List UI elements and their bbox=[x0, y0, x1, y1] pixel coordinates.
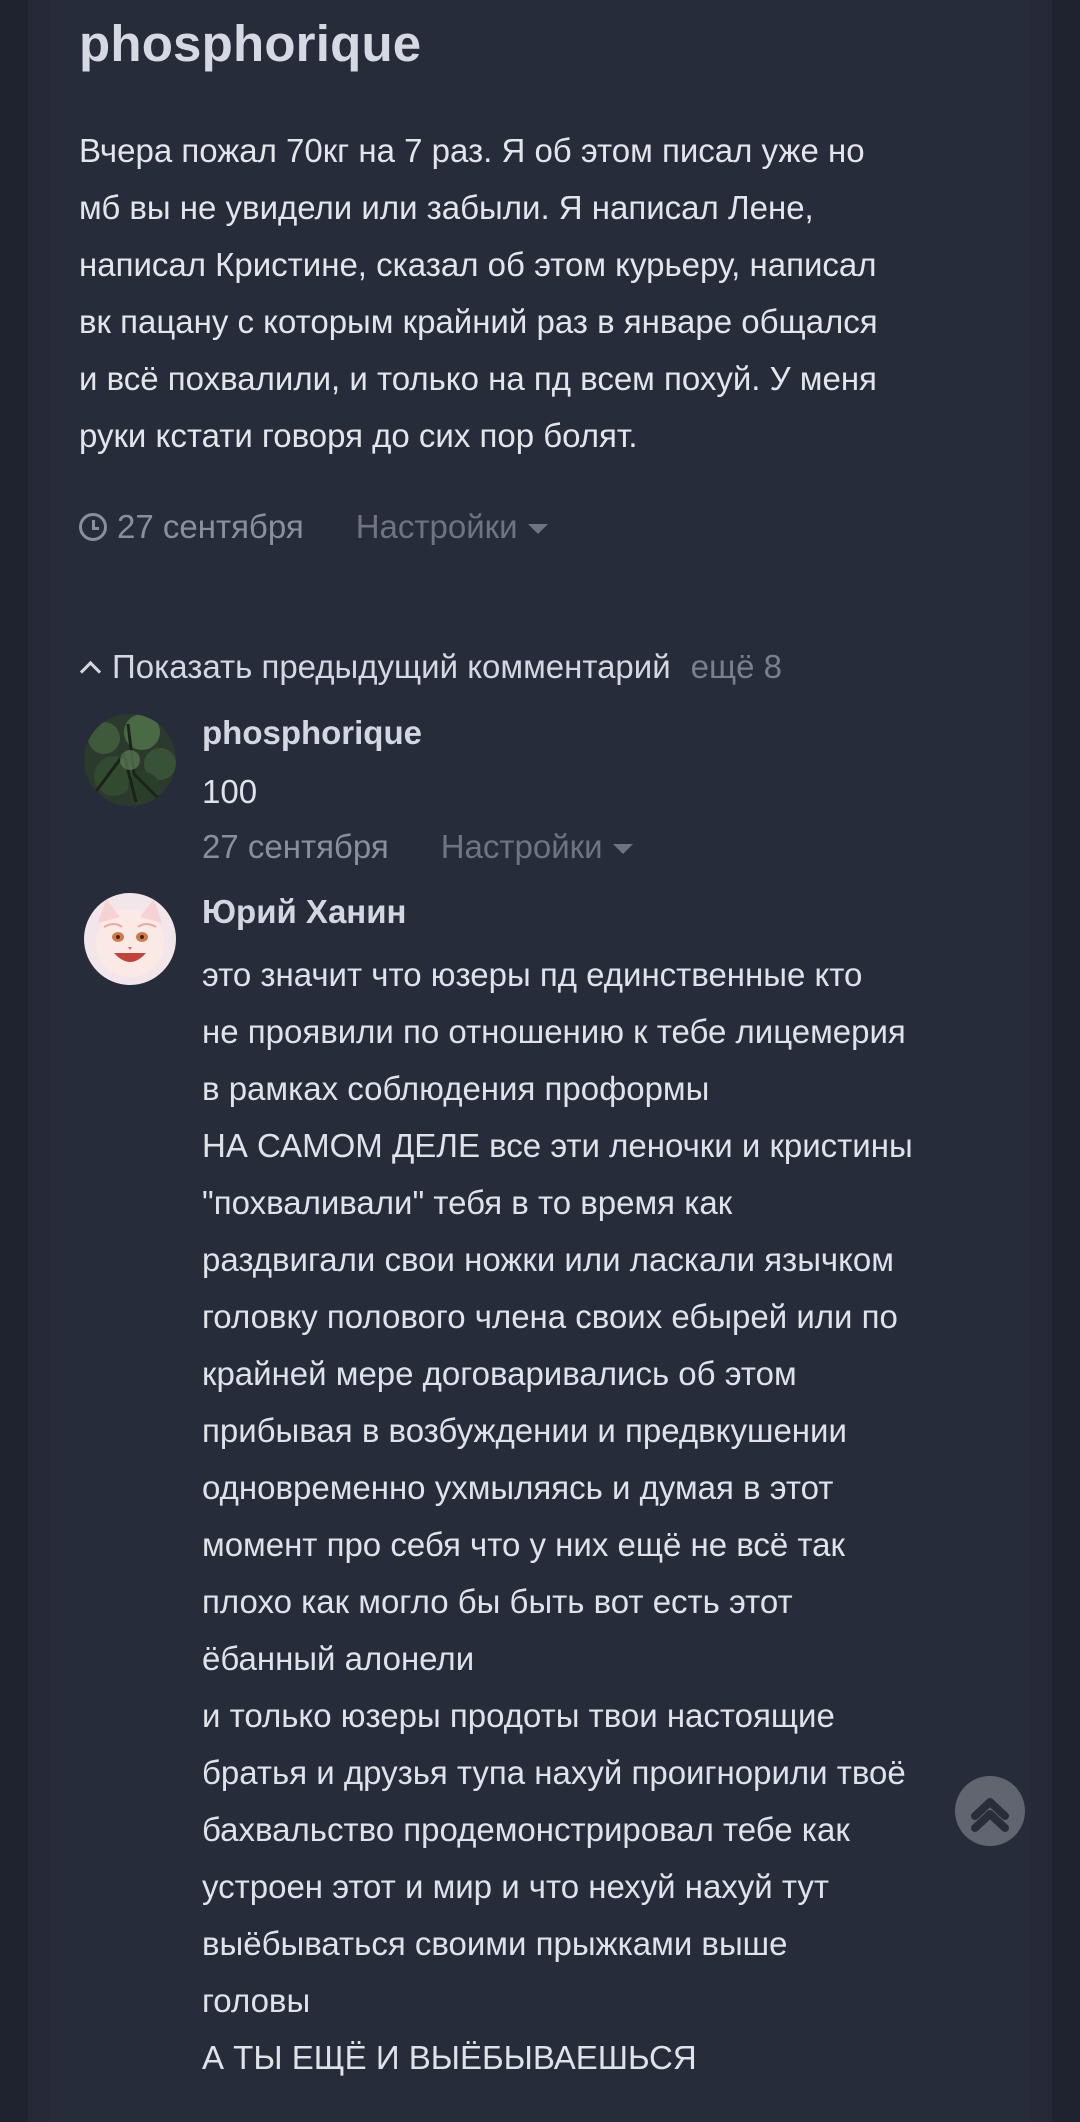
avatar[interactable] bbox=[84, 714, 176, 806]
post-date[interactable]: 27 сентября bbox=[117, 508, 304, 546]
caret-down-icon bbox=[612, 844, 633, 854]
scroll-to-top-button[interactable] bbox=[955, 1776, 1025, 1846]
comment-date[interactable]: 27 сентября bbox=[202, 828, 389, 866]
show-previous-label: Показать предыдущий комментарий bbox=[112, 648, 671, 685]
avatar[interactable] bbox=[84, 893, 176, 985]
page: phosphorique Вчера пожал 70кг на 7 раз. … bbox=[0, 0, 1080, 2122]
comment-text: это значит что юзеры пд единственные кто… bbox=[202, 956, 913, 2076]
right-rail bbox=[1030, 0, 1052, 2122]
comment-settings-button[interactable]: Настройки bbox=[441, 828, 633, 866]
post-author[interactable]: phosphorique bbox=[79, 14, 421, 73]
chevron-up-icon bbox=[79, 660, 102, 682]
caret-down-icon bbox=[527, 524, 548, 534]
comment-author[interactable]: Юрий Ханин bbox=[202, 893, 406, 931]
comment-meta: 27 сентября Настройки bbox=[202, 828, 633, 866]
comment-settings-label: Настройки bbox=[440, 828, 603, 865]
double-chevron-up-icon bbox=[971, 1798, 1009, 1832]
post-text: Вчера пожал 70кг на 7 раз. Я об этом пис… bbox=[79, 132, 878, 454]
comment-text: 100 bbox=[202, 773, 258, 810]
post-meta: 27 сентября Настройки bbox=[79, 508, 548, 546]
clock-icon bbox=[79, 513, 107, 541]
post-settings-button[interactable]: Настройки bbox=[356, 508, 548, 546]
comment-author[interactable]: phosphorique bbox=[202, 714, 422, 752]
left-rail bbox=[28, 0, 50, 2122]
more-count: ещё 8 bbox=[690, 648, 783, 685]
post-settings-label: Настройки bbox=[355, 508, 518, 545]
show-previous-comment-button[interactable]: Показать предыдущий комментарий ещё 8 bbox=[79, 648, 782, 686]
